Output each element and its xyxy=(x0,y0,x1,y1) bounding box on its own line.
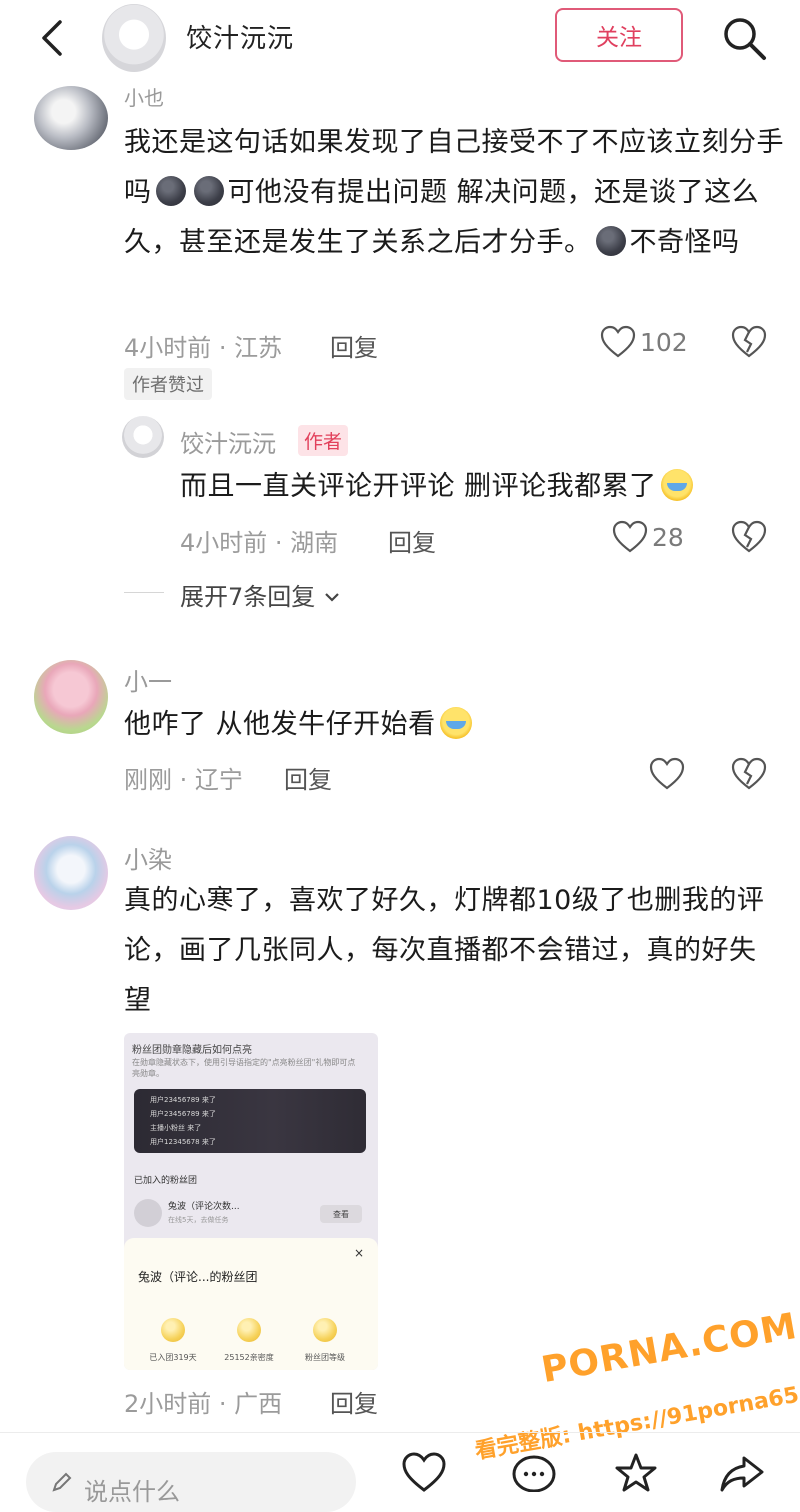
comment-username[interactable]: 小一 xyxy=(124,662,172,697)
close-icon: × xyxy=(353,1246,364,1260)
emoji-icon xyxy=(193,176,224,206)
fan-club-panel: × 兔波（评论...的粉丝团 已入团319天 25152亲密度 粉丝团等级 xyxy=(124,1238,378,1370)
comment-text-content: 他咋了 从他发牛仔开始看 xyxy=(124,709,436,740)
comment-username[interactable]: 小染 xyxy=(124,840,172,875)
author-avatar[interactable] xyxy=(122,416,164,458)
like-count: 28 xyxy=(652,523,684,552)
divider xyxy=(124,592,164,593)
joined-section-title: 已加入的粉丝团 xyxy=(134,1176,198,1186)
live-chat-preview: 用户23456789 来了 用户23456789 来了 主播小粉丝 来了 用户1… xyxy=(134,1089,366,1153)
chevron-down-icon xyxy=(325,593,339,602)
heart-icon[interactable] xyxy=(612,520,648,554)
stat-level: 粉丝团等级 xyxy=(290,1318,360,1363)
broken-heart-icon[interactable] xyxy=(731,757,767,791)
avatar[interactable] xyxy=(34,660,108,734)
crying-emoji-icon xyxy=(660,469,693,501)
page-title: 饺汁沅沅 xyxy=(186,24,295,54)
comment-text: 我还是这句话如果发现了自己接受不了不应该立刻分手吗 可他没有提出问题 解决问题，还… xyxy=(124,118,784,268)
reply-text: 而且一直关评论开评论 删评论我都累了 xyxy=(180,462,780,512)
view-button: 查看 xyxy=(320,1205,362,1223)
chat-line: 主播小粉丝 来了 xyxy=(150,1124,202,1132)
expand-replies-button[interactable]: 展开7条回复 xyxy=(180,577,341,612)
reply-text-content: 而且一直关评论开评论 删评论我都累了 xyxy=(180,471,657,502)
comment-text-part: 不奇怪吗 xyxy=(629,227,740,258)
search-icon[interactable] xyxy=(720,14,768,62)
stat-label: 25152亲密度 xyxy=(224,1353,274,1362)
reply-button[interactable]: 回复 xyxy=(284,760,332,795)
broken-heart-icon[interactable] xyxy=(731,325,767,359)
emoji-icon xyxy=(595,226,626,256)
fan-club-item: 兔波（评论次数... 在线5天，去做任务 查看 xyxy=(134,1197,366,1231)
author-liked-badge: 作者赞过 xyxy=(124,368,212,400)
divider xyxy=(0,1432,800,1433)
comment-username[interactable]: 小也 xyxy=(124,82,164,111)
badge-coin-icon xyxy=(161,1318,185,1342)
follow-button[interactable]: 关注 xyxy=(555,8,683,62)
emoji-icon xyxy=(155,176,186,206)
reply-button[interactable]: 回复 xyxy=(330,1384,378,1419)
comment-meta: 2小时前 · 广西 xyxy=(124,1390,283,1418)
expand-replies-label: 展开7条回复 xyxy=(180,583,316,611)
share-icon[interactable] xyxy=(718,1452,766,1492)
back-arrow-icon[interactable] xyxy=(34,16,74,60)
stat-intimacy: 25152亲密度 xyxy=(214,1318,284,1363)
stat-label: 已入团319天 xyxy=(149,1353,197,1362)
heart-icon[interactable] xyxy=(600,325,636,359)
chat-line: 用户23456789 来了 xyxy=(150,1096,216,1104)
level-coin-icon xyxy=(313,1318,337,1342)
author-avatar[interactable] xyxy=(102,4,166,72)
comment-meta: 4小时前 · 江苏 xyxy=(124,334,283,362)
chat-line: 用户23456789 来了 xyxy=(150,1110,216,1118)
comment-bubble-icon[interactable] xyxy=(510,1452,558,1492)
smile-tear-emoji-icon xyxy=(439,707,472,739)
reply-meta: 4小时前 · 湖南 xyxy=(180,529,339,557)
attached-image[interactable]: 粉丝团勋章隐藏后如何点亮 在勋章隐藏状态下，使用引导语指定的"点亮粉丝团"礼物即… xyxy=(124,1033,378,1370)
like-count: 102 xyxy=(640,328,688,357)
fan-club-avatar xyxy=(134,1199,162,1227)
comment-input-placeholder: 说点什么 xyxy=(84,1478,180,1506)
stat-days: 已入团319天 xyxy=(138,1318,208,1363)
star-icon[interactable] xyxy=(612,1452,660,1492)
image-title: 粉丝团勋章隐藏后如何点亮 xyxy=(132,1045,252,1056)
comment-meta: 刚刚 · 辽宁 xyxy=(124,766,243,794)
avatar[interactable] xyxy=(34,86,108,150)
top-bar: 饺汁沅沅 关注 xyxy=(0,0,800,84)
avatar[interactable] xyxy=(34,836,108,910)
heart-icon[interactable] xyxy=(400,1452,448,1492)
reply-button[interactable]: 回复 xyxy=(388,523,436,558)
panel-title: 兔波（评论...的粉丝团 xyxy=(138,1270,258,1284)
fan-club-name: 兔波（评论次数... xyxy=(168,1202,240,1212)
pencil-icon xyxy=(52,1472,72,1492)
watermark-url: 看完整版: https://91porna65.com xyxy=(473,1372,800,1465)
fan-club-sub: 在线5天，去做任务 xyxy=(168,1216,229,1224)
chat-line: 用户12345678 来了 xyxy=(150,1138,216,1146)
comment-text: 真的心寒了，喜欢了好久，灯牌都10级了也删我的评论，画了几张同人，每次直播都不会… xyxy=(124,885,765,1016)
heart-icon[interactable] xyxy=(649,757,685,791)
comment-input[interactable]: 说点什么 xyxy=(26,1452,356,1512)
comment-text: 他咋了 从他发牛仔开始看 xyxy=(124,700,764,750)
author-badge: 作者 xyxy=(298,425,349,456)
reply-username[interactable]: 饺汁沅沅 xyxy=(180,424,276,459)
watermark-logo: PORNA.COM xyxy=(538,1305,800,1392)
reply-button[interactable]: 回复 xyxy=(330,328,378,363)
stat-label: 粉丝团等级 xyxy=(305,1353,345,1362)
broken-heart-icon[interactable] xyxy=(731,520,767,554)
heart-coin-icon xyxy=(237,1318,261,1342)
image-description: 在勋章隐藏状态下，使用引导语指定的"点亮粉丝团"礼物即可点亮勋章。 xyxy=(132,1058,356,1078)
